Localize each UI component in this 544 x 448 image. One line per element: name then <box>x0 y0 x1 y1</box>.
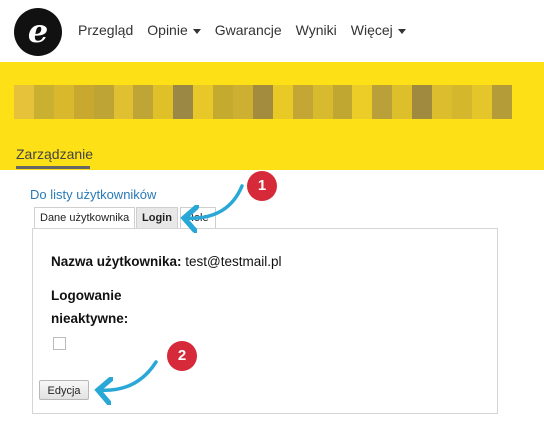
nav-item-opinie[interactable]: Opinie <box>147 22 201 38</box>
tab-user-data[interactable]: Dane użytkownika <box>34 207 136 229</box>
edit-button[interactable]: Edycja <box>39 380 89 400</box>
pixel-block <box>213 85 233 119</box>
pixel-block <box>451 85 472 119</box>
back-to-users-link[interactable]: Do listy użytkowników <box>30 187 156 202</box>
pixel-block <box>252 85 273 119</box>
active-tab-underline <box>16 166 90 169</box>
logo[interactable]: e <box>14 8 62 56</box>
tab-roles[interactable]: Role <box>180 207 216 229</box>
callout-badge-2: 2 <box>167 341 197 371</box>
login-inactive-checkbox[interactable] <box>53 337 66 350</box>
pixel-block <box>93 85 114 119</box>
pixel-block <box>53 85 74 119</box>
login-inactive-label-line2: nieaktywne: <box>51 311 129 326</box>
chevron-down-icon <box>192 28 201 34</box>
pixel-block <box>133 85 154 119</box>
pixelated-shop-name <box>14 85 512 119</box>
username-label: Nazwa użytkownika: <box>51 254 182 269</box>
pixel-block <box>272 85 293 119</box>
username-row: Nazwa użytkownika: test@testmail.pl <box>51 254 282 269</box>
pixel-block <box>153 85 174 119</box>
nav-item-wiecej[interactable]: Więcej <box>351 22 406 38</box>
login-inactive-label: Logowanie nieaktywne: <box>51 284 171 330</box>
pixel-block <box>14 85 34 119</box>
nav-item-label: Opinie <box>147 22 188 38</box>
pixel-block <box>232 85 253 119</box>
nav-item-przeglad[interactable]: Przegląd <box>78 22 133 38</box>
chevron-down-icon <box>397 28 406 34</box>
pixel-block <box>432 85 452 119</box>
nav-item-label: Wyniki <box>295 22 337 38</box>
nav-item-label: Gwarancje <box>214 22 282 38</box>
pixel-block <box>332 85 353 119</box>
nav-item-wyniki[interactable]: Wyniki <box>296 22 337 38</box>
pixel-block <box>392 85 413 119</box>
tab-zarzadzanie[interactable]: Zarządzanie <box>16 146 93 162</box>
callout-badge-1: 1 <box>247 171 277 201</box>
top-navbar: e Przegląd Opinie Gwarancje Wyniki Więce… <box>0 0 544 62</box>
pixel-block <box>372 85 393 119</box>
pixel-block <box>292 85 313 119</box>
pixel-block <box>193 85 214 119</box>
pixel-block <box>412 85 433 119</box>
pixel-block <box>312 85 333 119</box>
pixel-block <box>73 85 94 119</box>
pixel-block <box>173 85 194 119</box>
nav-item-gwarancje[interactable]: Gwarancje <box>215 22 282 38</box>
pixel-block <box>113 85 134 119</box>
username-value: test@testmail.pl <box>185 254 282 269</box>
pixel-block <box>491 85 512 119</box>
tab-login[interactable]: Login <box>136 207 178 229</box>
main-nav: Przegląd Opinie Gwarancje Wyniki Więcej <box>78 22 420 38</box>
pixel-block <box>471 85 492 119</box>
pixel-block <box>33 85 54 119</box>
nav-item-label: Więcej <box>350 22 393 38</box>
nav-item-label: Przegląd <box>78 22 134 38</box>
login-inactive-label-line1: Logowanie <box>51 288 122 303</box>
pixel-block <box>352 85 373 119</box>
